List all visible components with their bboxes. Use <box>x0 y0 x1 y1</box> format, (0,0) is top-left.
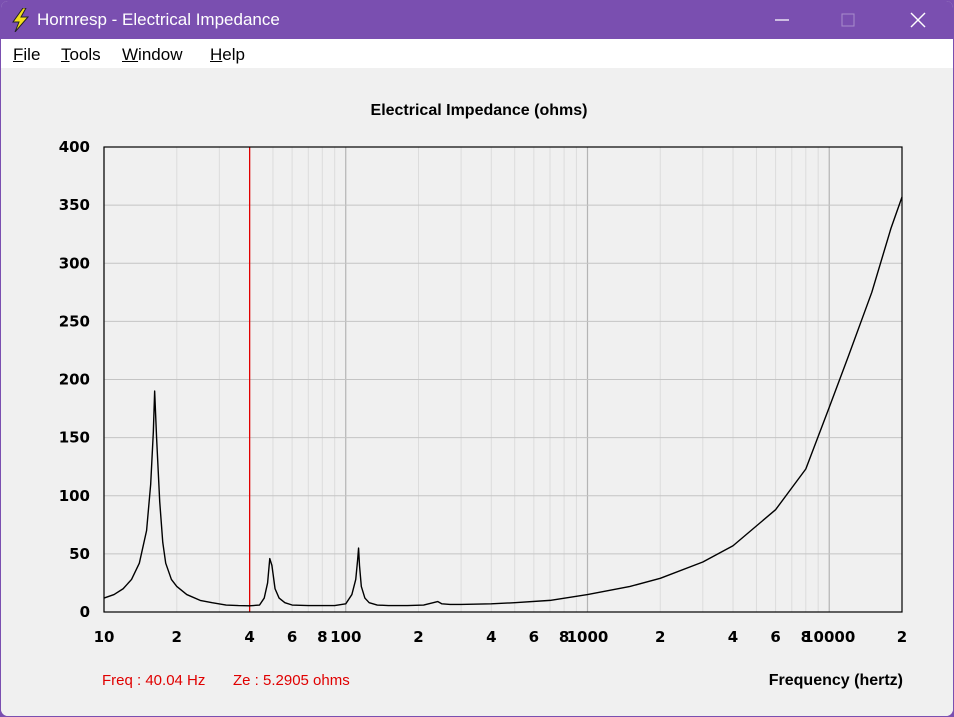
y-tick-label: 250 <box>59 312 90 330</box>
app-window: Hornresp - Electrical Impedance File Too… <box>0 0 954 717</box>
y-tick-label: 350 <box>59 196 90 214</box>
x-axis-label: Frequency (hertz) <box>769 672 903 689</box>
x-axis-ticks: 10 2 4 6 8 100 2 4 6 81000 2 4 6 810000 2 <box>94 628 908 646</box>
y-tick-label: 100 <box>59 487 90 505</box>
maximize-button <box>825 1 871 39</box>
impedance-curve <box>103 196 903 607</box>
minimize-icon <box>775 19 789 21</box>
x-tick-label: 6 <box>770 628 780 646</box>
close-icon <box>910 12 926 28</box>
freq-readout: Freq : 40.04 Hz <box>102 672 205 689</box>
chart-title: Electrical Impedance (ohms) <box>371 102 588 119</box>
x-tick-label: 1000 <box>567 628 609 646</box>
x-tick-label: 6 <box>529 628 539 646</box>
x-tick-label: 10 <box>94 628 115 646</box>
x-tick-label: 4 <box>244 628 254 646</box>
window-title: Hornresp - Electrical Impedance <box>37 10 280 29</box>
x-tick-label: 2 <box>172 628 182 646</box>
x-tick-label: 2 <box>655 628 665 646</box>
y-tick-label: 200 <box>59 371 90 389</box>
chart-grid <box>103 146 903 613</box>
minimize-button[interactable] <box>759 1 805 39</box>
x-tick-label: 2 <box>897 628 907 646</box>
x-tick-label: 100 <box>330 628 361 646</box>
title-bar[interactable]: Hornresp - Electrical Impedance <box>1 1 953 39</box>
x-tick-label: 6 <box>287 628 297 646</box>
y-tick-label: 50 <box>69 545 90 563</box>
close-button[interactable] <box>895 1 941 39</box>
menu-tools[interactable]: Tools <box>61 45 101 65</box>
x-tick-label: 8 <box>317 628 327 646</box>
x-tick-label: 10000 <box>803 628 855 646</box>
maximize-icon <box>841 13 855 27</box>
x-tick-label: 2 <box>413 628 423 646</box>
y-tick-label: 400 <box>59 138 90 156</box>
y-tick-label: 150 <box>59 429 90 447</box>
chart-area: Electrical Impedance (ohms) 0 50 100 150 200… <box>1 68 953 717</box>
y-tick-label: 0 <box>80 603 90 621</box>
y-tick-label: 300 <box>59 254 90 272</box>
menu-file[interactable]: File <box>13 45 40 65</box>
menu-help[interactable]: Help <box>210 45 245 65</box>
menu-window[interactable]: Window <box>122 45 182 65</box>
menu-bar: File Tools Window Help <box>1 39 953 68</box>
x-tick-label: 4 <box>728 628 738 646</box>
x-tick-label: 4 <box>486 628 496 646</box>
impedance-chart[interactable]: Electrical Impedance (ohms) 0 50 100 150 200… <box>1 68 953 717</box>
ze-readout: Ze : 5.2905 ohms <box>233 672 350 689</box>
lightning-icon <box>12 8 30 32</box>
y-axis-ticks: 0 50 100 150 200 250 300 350 400 <box>59 138 90 621</box>
